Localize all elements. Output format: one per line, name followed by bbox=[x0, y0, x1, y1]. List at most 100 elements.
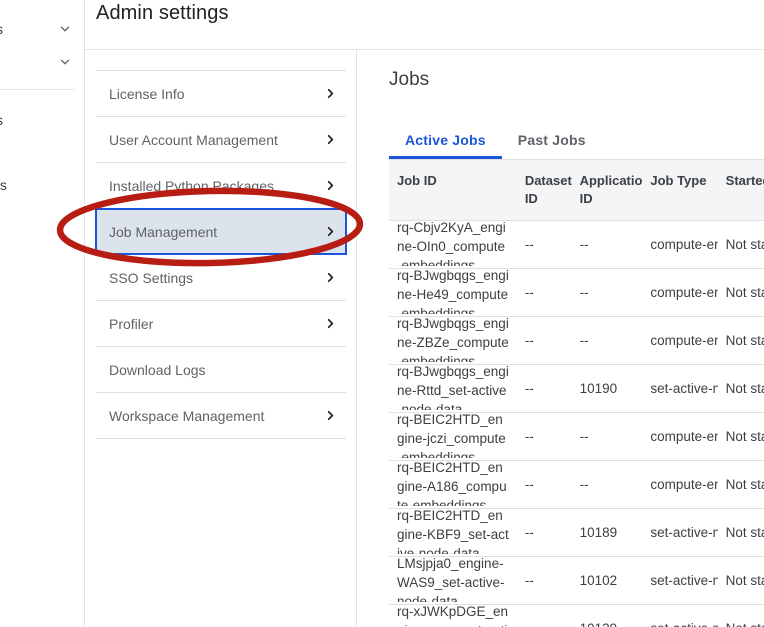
cell-job-type: compute-embeddings bbox=[642, 460, 718, 509]
table-row[interactable]: rq-xJWKpDGE_engine-upso_set-active-node-… bbox=[389, 604, 764, 627]
cell-job-type: set-active-node-data bbox=[642, 604, 718, 627]
sidebar-item-installed-python-packages[interactable]: Installed Python Packages bbox=[96, 163, 346, 208]
column-header-started[interactable]: Started bbox=[717, 160, 764, 221]
sidebar-item-workspace-management[interactable]: Workspace Management bbox=[96, 393, 346, 438]
job-id-text: rq-BJwgbqgs_engine-ZBZe_compute-embeddin… bbox=[397, 316, 509, 363]
sidebar-item-label: Download Logs bbox=[109, 361, 206, 378]
sidebar-item-license-info[interactable]: License Info bbox=[96, 71, 346, 116]
jobs-heading: Jobs bbox=[389, 69, 430, 90]
column-header-job-type[interactable]: Job Type bbox=[642, 160, 718, 221]
cell-job-id: rq-BEIC2HTD_engine-KBF9_set-active-node-… bbox=[389, 508, 517, 557]
cell-started: Not started bbox=[717, 220, 764, 269]
cell-started: Not started bbox=[717, 316, 764, 365]
nav-divider bbox=[96, 438, 346, 439]
table-row[interactable]: rq-BEIC2HTD_engine-jczi_compute-embeddin… bbox=[389, 412, 764, 461]
jobs-content-pane: Jobs Active Jobs Past Jobs Job ID Datase… bbox=[357, 50, 764, 627]
cell-dataset-id: -- bbox=[516, 508, 572, 557]
cell-job-id: LMsjpja0_engine-WAS9_set-active-node-dat… bbox=[389, 556, 517, 605]
cell-dataset-id: -- bbox=[516, 556, 572, 605]
column-header-job-id[interactable]: Job ID bbox=[389, 160, 517, 221]
cell-job-id: rq-BEIC2HTD_engine-A186_compute-embeddin… bbox=[389, 460, 517, 509]
left-panel-item-3-label: ts bbox=[0, 177, 7, 193]
table-row[interactable]: rq-BJwgbqgs_engine-Rttd_set-active-node-… bbox=[389, 364, 764, 413]
sidebar-item-sso-settings[interactable]: SSO Settings bbox=[96, 255, 346, 300]
left-panel-item-3[interactable]: ts bbox=[0, 165, 84, 205]
cell-application-id: 10190 bbox=[571, 364, 643, 413]
table-row[interactable]: LMsjpja0_engine-WAS9_set-active-node-dat… bbox=[389, 556, 764, 605]
cell-job-id: rq-BJwgbqgs_engine-He49_compute-embeddin… bbox=[389, 268, 517, 317]
sidebar-item-job-management[interactable]: Job Management bbox=[95, 208, 347, 255]
table-row[interactable]: rq-Cbjv2KyA_engine-OIn0_compute-embeddin… bbox=[389, 220, 764, 269]
cell-dataset-id: -- bbox=[516, 220, 572, 269]
cell-job-type: set-active-node-data bbox=[642, 556, 718, 605]
job-id-text: LMsjpja0_engine-WAS9_set-active-node-dat… bbox=[397, 556, 505, 603]
tab-past-jobs[interactable]: Past Jobs bbox=[502, 120, 602, 159]
left-panel-item-2[interactable]: s bbox=[0, 100, 84, 140]
cell-job-type: compute-embeddings bbox=[642, 316, 718, 365]
job-id-text: rq-BJwgbqgs_engine-Rttd_set-active-node-… bbox=[397, 364, 509, 411]
table-header-row: Job ID Dataset ID Application ID Job Typ… bbox=[389, 160, 764, 221]
table-row[interactable]: rq-BEIC2HTD_engine-A186_compute-embeddin… bbox=[389, 460, 764, 509]
job-id-text: rq-Cbjv2KyA_engine-OIn0_compute-embeddin… bbox=[397, 220, 506, 267]
cell-dataset-id: -- bbox=[516, 364, 572, 413]
cell-application-id: -- bbox=[571, 412, 643, 461]
page-header: Admin settings bbox=[85, 0, 764, 50]
sidebar-item-profiler[interactable]: Profiler bbox=[96, 301, 346, 346]
cell-started: Not started bbox=[717, 412, 764, 461]
cell-job-type: compute-embeddings bbox=[642, 412, 718, 461]
table-row[interactable]: rq-BJwgbqgs_engine-ZBZe_compute-embeddin… bbox=[389, 316, 764, 365]
cell-job-type: set-active-node-data bbox=[642, 364, 718, 413]
cell-application-id: 10189 bbox=[571, 508, 643, 557]
chevron-right-icon[interactable] bbox=[323, 86, 338, 101]
chevron-right-icon[interactable] bbox=[323, 132, 338, 147]
left-panel-item-0-label: s bbox=[0, 21, 3, 37]
tab-active-jobs[interactable]: Active Jobs bbox=[389, 120, 502, 159]
cell-dataset-id: -- bbox=[516, 412, 572, 461]
column-header-application-id[interactable]: Application ID bbox=[571, 160, 643, 221]
cell-job-type: compute-embeddings bbox=[642, 220, 718, 269]
jobs-table-scroll[interactable]: Job ID Dataset ID Application ID Job Typ… bbox=[389, 160, 764, 627]
chevron-right-icon[interactable] bbox=[323, 178, 338, 193]
app-root: s s ts Admin settings License Info bbox=[0, 0, 764, 627]
table-row[interactable]: rq-BEIC2HTD_engine-KBF9_set-active-node-… bbox=[389, 508, 764, 557]
job-id-text: rq-xJWKpDGE_engine-upso_set-active-node-… bbox=[397, 604, 509, 627]
cell-job-id: rq-xJWKpDGE_engine-upso_set-active-node-… bbox=[389, 604, 517, 627]
cell-job-id: rq-Cbjv2KyA_engine-OIn0_compute-embeddin… bbox=[389, 220, 517, 269]
sidebar-item-label: Installed Python Packages bbox=[109, 177, 274, 194]
chevron-right-icon[interactable] bbox=[323, 270, 338, 285]
cell-job-id: rq-BEIC2HTD_engine-jczi_compute-embeddin… bbox=[389, 412, 517, 461]
chevron-right-icon[interactable] bbox=[323, 408, 338, 423]
chevron-right-icon[interactable] bbox=[323, 224, 338, 239]
sidebar-item-user-account-management[interactable]: User Account Management bbox=[96, 117, 346, 162]
left-panel-item-2-label: s bbox=[0, 112, 3, 128]
cell-application-id: -- bbox=[571, 460, 643, 509]
cell-application-id: 10129 bbox=[571, 604, 643, 627]
column-header-dataset-id[interactable]: Dataset ID bbox=[516, 160, 572, 221]
chevron-down-icon[interactable] bbox=[57, 21, 73, 37]
sidebar-item-label: Job Management bbox=[109, 223, 218, 240]
jobs-table-head: Job ID Dataset ID Application ID Job Typ… bbox=[389, 160, 764, 221]
job-id-text: rq-BEIC2HTD_engine-jczi_compute-embeddin… bbox=[397, 412, 506, 459]
cell-dataset-id: -- bbox=[516, 316, 572, 365]
jobs-tabs: Active Jobs Past Jobs bbox=[389, 120, 764, 160]
sidebar-item-label: SSO Settings bbox=[109, 269, 194, 286]
job-id-text: rq-BEIC2HTD_engine-KBF9_set-active-node-… bbox=[397, 508, 509, 555]
left-panel-item-1[interactable] bbox=[0, 42, 84, 82]
sidebar-item-label: User Account Management bbox=[109, 131, 278, 148]
cell-job-type: set-active-node-data bbox=[642, 508, 718, 557]
sidebar-item-download-logs[interactable]: Download Logs bbox=[96, 347, 346, 392]
cell-application-id: -- bbox=[571, 220, 643, 269]
left-collapsed-panel: s s ts bbox=[0, 0, 85, 627]
cell-started: Not started bbox=[717, 268, 764, 317]
sidebar-item-label: Profiler bbox=[109, 315, 154, 332]
chevron-down-icon[interactable] bbox=[57, 54, 73, 70]
chevron-right-icon[interactable] bbox=[323, 316, 338, 331]
table-row[interactable]: rq-BJwgbqgs_engine-He49_compute-embeddin… bbox=[389, 268, 764, 317]
cell-application-id: -- bbox=[571, 316, 643, 365]
cell-started: Not started bbox=[717, 364, 764, 413]
page-title: Admin settings bbox=[96, 2, 229, 24]
cell-job-type: compute-embeddings bbox=[642, 268, 718, 317]
cell-job-id: rq-BJwgbqgs_engine-Rttd_set-active-node-… bbox=[389, 364, 517, 413]
cell-started: Not started bbox=[717, 460, 764, 509]
cell-application-id: -- bbox=[571, 268, 643, 317]
